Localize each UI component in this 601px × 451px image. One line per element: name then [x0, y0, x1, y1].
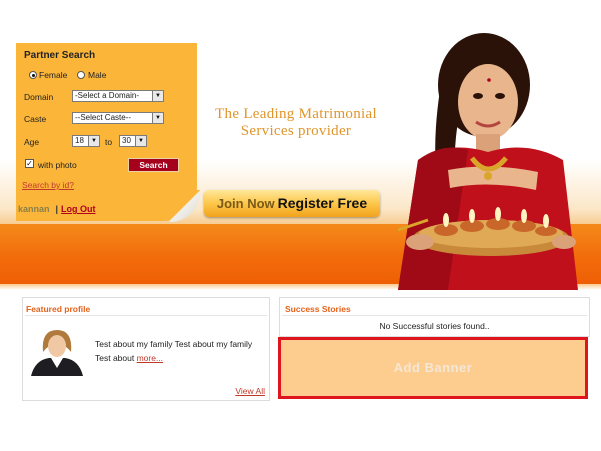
with-photo-checkbox[interactable]: ✓	[25, 159, 34, 168]
age-from-value: 18	[75, 136, 84, 145]
page-curl-decoration	[170, 190, 200, 222]
profile-photo	[29, 322, 85, 376]
caste-select[interactable]: --Select Caste-- ▼	[72, 112, 164, 124]
success-stories-heading: Success Stories	[285, 304, 351, 314]
gender-male-label: Male	[88, 70, 107, 80]
age-to-select[interactable]: 30 ▼	[119, 135, 147, 147]
domain-select-value: -Select a Domain-	[75, 91, 140, 100]
tagline-line-2: Services provider	[240, 123, 352, 139]
more-link[interactable]: more...	[137, 353, 163, 363]
no-stories-message: No Successful stories found..	[379, 321, 490, 331]
woman-with-diya-plate-image	[397, 33, 578, 290]
featured-profile-box: Featured profile Test about my family Te…	[22, 297, 270, 401]
search-button[interactable]: Search	[128, 158, 179, 172]
divider	[282, 315, 587, 316]
add-banner-placeholder[interactable]: Add Banner	[278, 337, 588, 399]
search-by-id-link[interactable]: Search by id?	[22, 180, 74, 190]
register-free-label: Register Free	[277, 195, 368, 211]
age-to-value: 30	[122, 136, 131, 145]
user-status: kannan | Log Out	[18, 204, 96, 214]
domain-label: Domain	[24, 92, 54, 102]
chevron-down-icon: ▼	[152, 91, 163, 101]
chevron-down-icon: ▼	[88, 136, 99, 146]
featured-profile-heading: Featured profile	[26, 304, 91, 314]
caste-label: Caste	[24, 114, 47, 124]
with-photo-label: with photo	[38, 160, 77, 170]
chevron-down-icon: ▼	[152, 113, 163, 123]
partner-search-title: Partner Search	[24, 50, 96, 61]
gender-female-radio[interactable]	[29, 71, 37, 79]
join-now-label: Join Now	[216, 196, 275, 211]
divider	[25, 315, 267, 316]
age-to-label: to	[105, 137, 113, 147]
age-from-select[interactable]: 18 ▼	[72, 135, 100, 147]
caste-select-value: --Select Caste--	[75, 113, 132, 122]
join-now-register-free-button[interactable]: Join Now Register Free	[204, 190, 380, 217]
profile-description: Test about my family Test about my famil…	[95, 337, 265, 365]
username: kannan	[18, 204, 50, 214]
profile-text: Test about my family Test about my famil…	[95, 339, 253, 363]
tagline: The Leading Matrimonial Services provide…	[196, 106, 396, 140]
chevron-down-icon: ▼	[135, 136, 146, 146]
logout-link[interactable]: Log Out	[61, 204, 96, 214]
separator: |	[55, 204, 59, 214]
gender-female-label: Female	[39, 70, 68, 80]
gender-male-radio[interactable]	[77, 71, 85, 79]
age-label: Age	[24, 137, 40, 147]
tagline-line-1: The Leading Matrimonial	[215, 106, 377, 122]
hero-banner: The Leading Matrimonial Services provide…	[0, 0, 601, 290]
domain-select[interactable]: -Select a Domain- ▼	[72, 90, 164, 102]
success-stories-box: Success Stories No Successful stories fo…	[279, 297, 590, 337]
view-all-link[interactable]: View All	[235, 386, 265, 396]
